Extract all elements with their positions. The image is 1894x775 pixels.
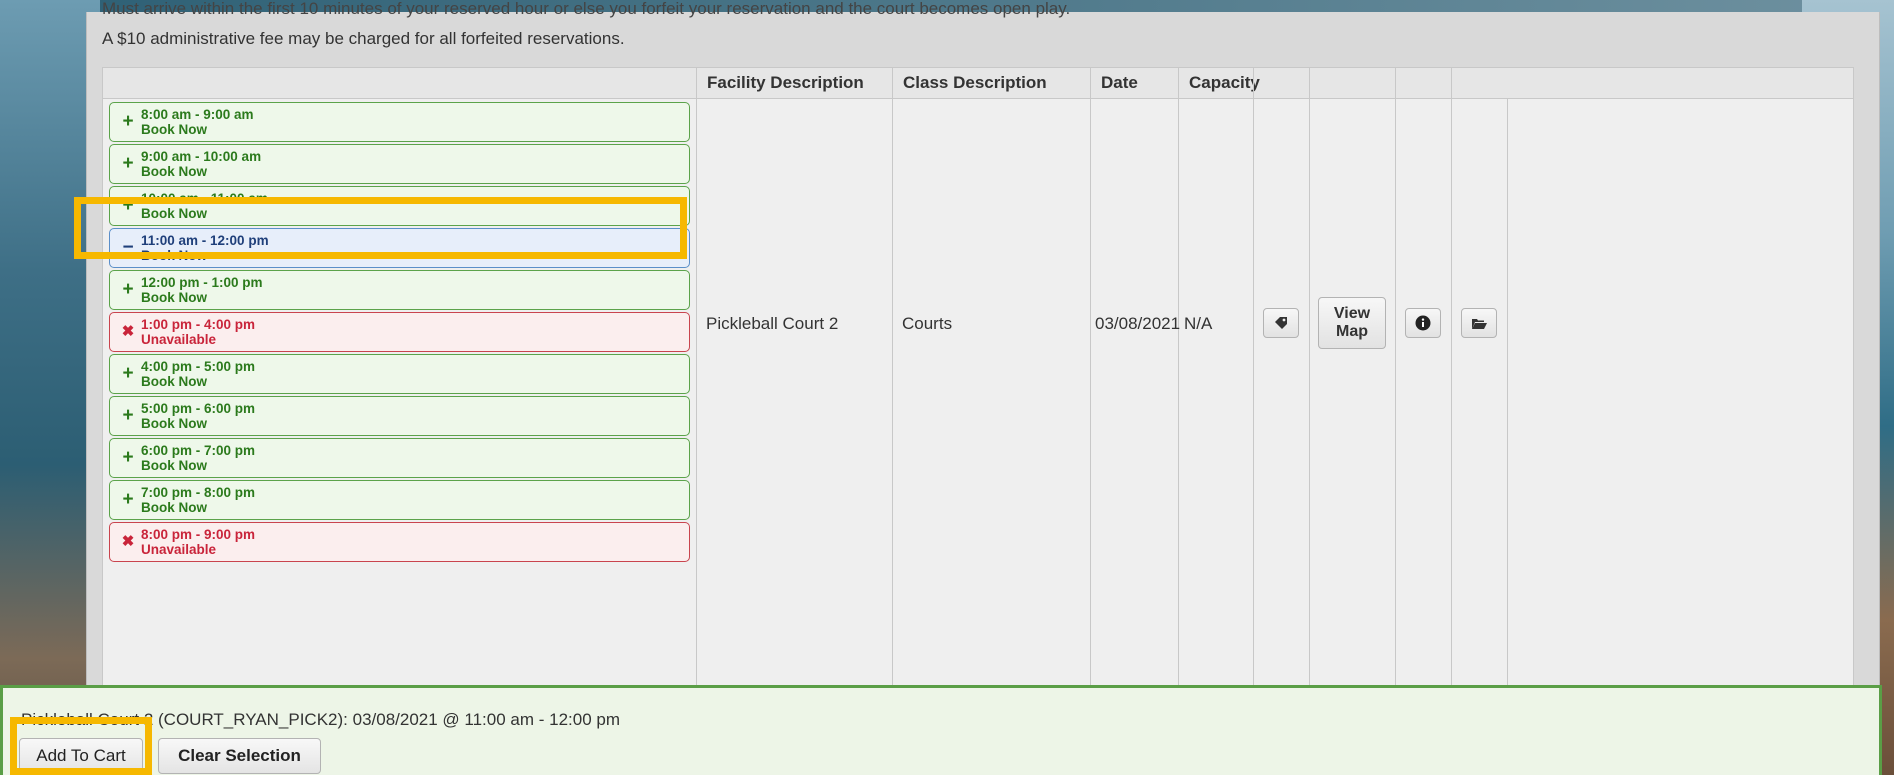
highlight-add-to-cart [10, 717, 152, 775]
header-blank-2 [1309, 68, 1395, 98]
slot-time: 4:00 pm - 5:00 pm [141, 359, 256, 374]
reservation-date: 03/08/2021 [1095, 314, 1181, 333]
reservation-panel: Must arrive within the first 10 minutes … [86, 0, 1880, 775]
time-slot-1[interactable]: + 9:00 am - 10:00 am Book Now [109, 144, 690, 184]
column-divider [1090, 98, 1091, 688]
header-capacity: Capacity [1178, 68, 1260, 98]
column-divider [1451, 98, 1452, 688]
folder-button[interactable] [1461, 308, 1497, 338]
time-slot-5-unavailable: ✖ 1:00 pm - 4:00 pm Unavailable [109, 312, 690, 352]
info-icon [1415, 315, 1431, 331]
time-slot-4[interactable]: + 12:00 pm - 1:00 pm Book Now [109, 270, 690, 310]
plus-icon: + [122, 363, 134, 384]
folder-open-icon [1472, 318, 1487, 329]
clear-selection-button[interactable]: Clear Selection [158, 738, 321, 774]
table-header: Facility Description Class Description D… [103, 68, 1853, 99]
slot-status: Book Now [141, 164, 207, 179]
column-divider [892, 98, 893, 688]
slot-time: 9:00 am - 10:00 am [141, 149, 262, 164]
column-divider [1507, 98, 1508, 688]
slot-status: Book Now [141, 416, 207, 431]
column-divider [696, 98, 697, 688]
slot-status: Book Now [141, 122, 207, 137]
background-left [0, 0, 100, 775]
slot-status: Unavailable [141, 332, 217, 347]
time-slot-10-unavailable: ✖ 8:00 pm - 9:00 pm Unavailable [109, 522, 690, 562]
class-description: Courts [902, 314, 953, 333]
view-map-button[interactable]: View Map [1318, 297, 1386, 349]
slot-status: Book Now [141, 458, 207, 473]
plus-icon: + [122, 279, 134, 300]
slot-time: 7:00 pm - 8:00 pm [141, 485, 256, 500]
header-blank-4 [1451, 68, 1507, 98]
column-divider [1178, 98, 1179, 688]
tag-icon [1275, 317, 1287, 330]
slot-time: 5:00 pm - 6:00 pm [141, 401, 256, 416]
slot-time: 8:00 am - 9:00 am [141, 107, 254, 122]
plus-icon: + [122, 405, 134, 426]
facility-description: Pickleball Court 2 [706, 314, 839, 333]
slot-time: 6:00 pm - 7:00 pm [141, 443, 256, 458]
plus-icon: + [122, 489, 134, 510]
header-blank-1 [1253, 68, 1309, 98]
slot-status: Unavailable [141, 542, 217, 557]
slot-status: Book Now [141, 290, 207, 305]
time-slot-0[interactable]: + 8:00 am - 9:00 am Book Now [109, 102, 690, 142]
column-divider [1309, 98, 1310, 688]
view-map-label-line2: Map [1336, 323, 1368, 340]
close-icon: ✖ [121, 323, 135, 340]
time-slot-8[interactable]: + 6:00 pm - 7:00 pm Book Now [109, 438, 690, 478]
slot-time: 12:00 pm - 1:00 pm [141, 275, 263, 290]
notice-arrival-line: Must arrive within the first 10 minutes … [102, 0, 1071, 18]
header-class: Class Description [892, 68, 1090, 98]
tag-button[interactable] [1263, 308, 1299, 338]
plus-icon: + [122, 447, 134, 468]
close-icon: ✖ [121, 533, 135, 550]
column-divider [1395, 98, 1396, 688]
highlight-selected-slot [74, 197, 687, 259]
cart-selection-bar: Pickleball Court 2 (COURT_RYAN_PICK2): 0… [0, 685, 1882, 775]
slot-time: 8:00 pm - 9:00 pm [141, 527, 256, 542]
notice-fee-line: A $10 administrative fee may be charged … [102, 29, 625, 48]
slot-time: 1:00 pm - 4:00 pm [141, 317, 256, 332]
column-divider [1253, 98, 1254, 688]
capacity-value: N/A [1184, 314, 1213, 333]
info-button[interactable] [1405, 308, 1441, 338]
header-date: Date [1090, 68, 1178, 98]
time-slot-9[interactable]: + 7:00 pm - 8:00 pm Book Now [109, 480, 690, 520]
time-slot-7[interactable]: + 5:00 pm - 6:00 pm Book Now [109, 396, 690, 436]
reservation-table: Facility Description Class Description D… [102, 67, 1854, 689]
plus-icon: + [122, 153, 134, 174]
slot-status: Book Now [141, 500, 207, 515]
view-map-label-line1: View [1333, 305, 1371, 322]
slot-status: Book Now [141, 374, 207, 389]
time-slot-6[interactable]: + 4:00 pm - 5:00 pm Book Now [109, 354, 690, 394]
header-facility: Facility Description [696, 68, 892, 98]
header-blank-3 [1395, 68, 1451, 98]
plus-icon: + [122, 111, 134, 132]
